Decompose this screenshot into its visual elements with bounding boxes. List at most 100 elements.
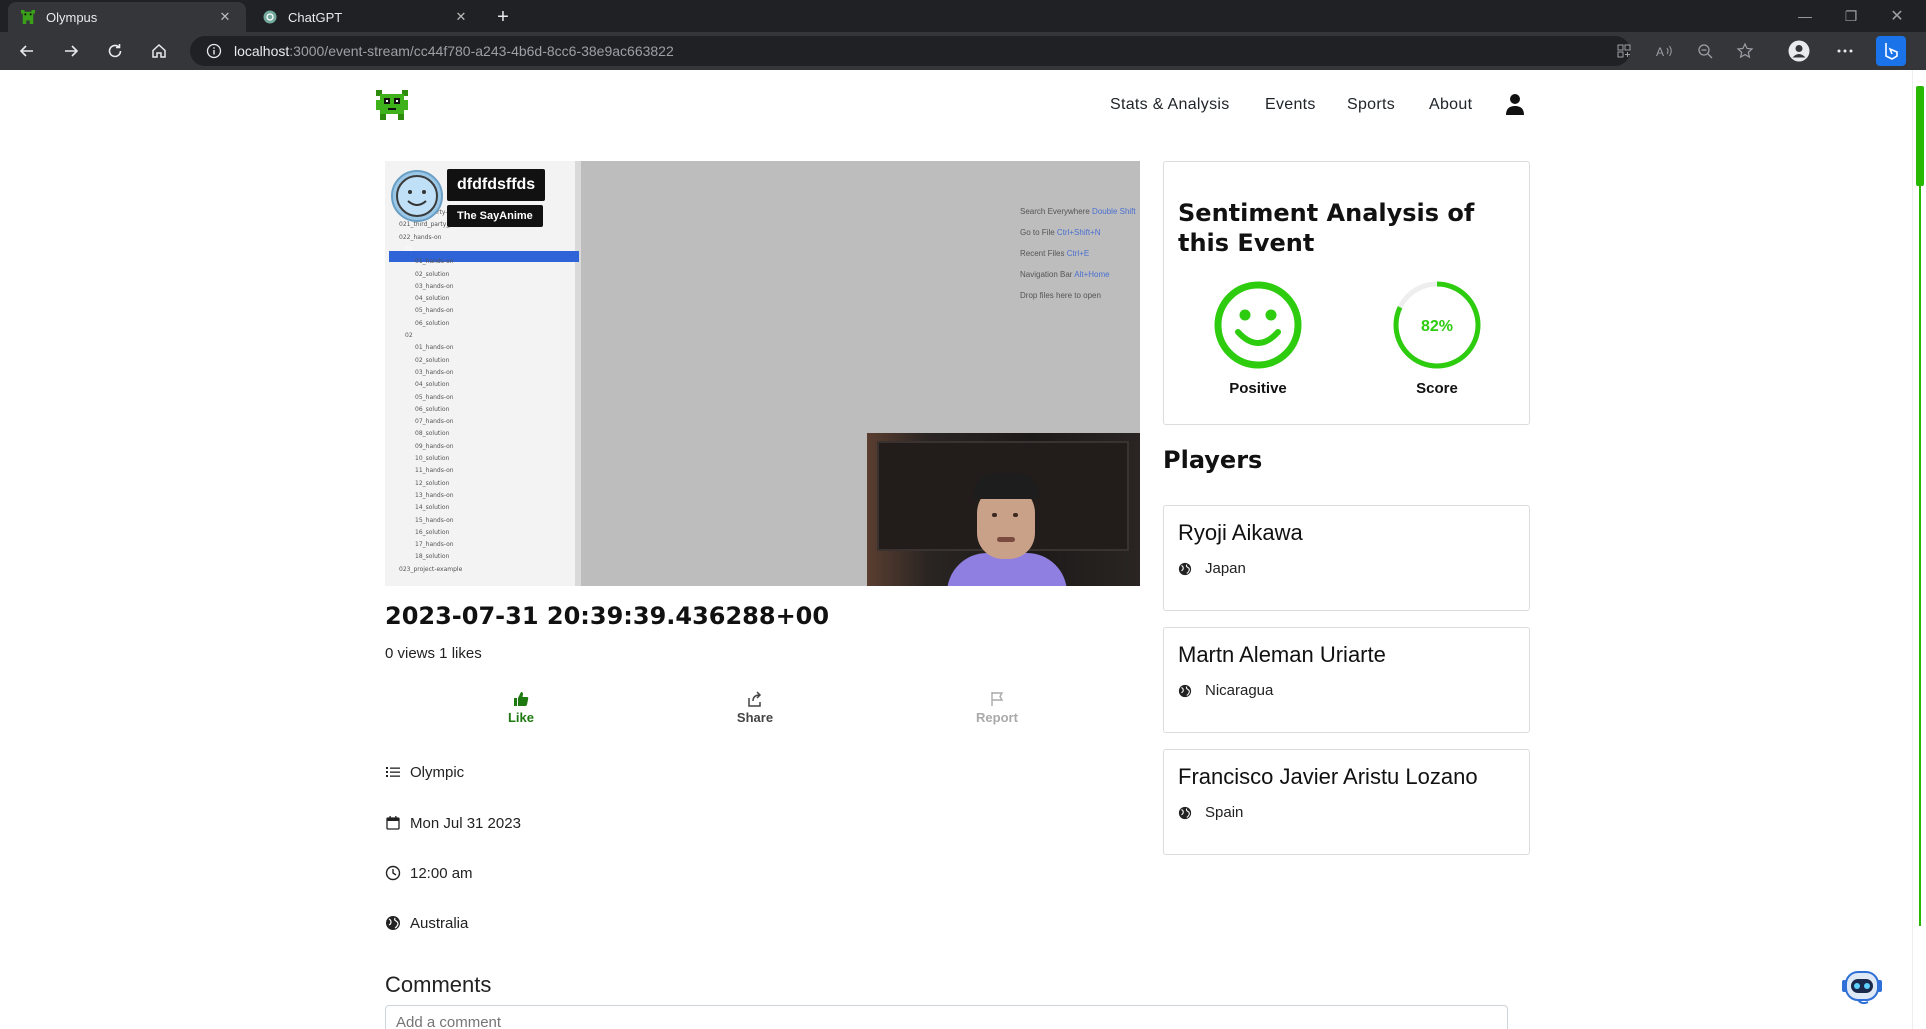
event-sport-text: Olympic xyxy=(410,763,465,781)
file-tree-item: 09_hands-on xyxy=(415,442,454,450)
scrollbar-thumb[interactable] xyxy=(1916,86,1924,186)
ide-hint: Search Everywhere Double Shift xyxy=(1020,207,1136,216)
ide-hint-shortcut: Double Shift xyxy=(1092,207,1136,216)
player-country-text: Spain xyxy=(1205,804,1244,821)
player-card[interactable]: Francisco Javier Aristu Lozano Spain xyxy=(1163,749,1530,855)
more-menu-icon[interactable] xyxy=(1831,37,1859,65)
player-card[interactable]: Ryoji Aikawa Japan xyxy=(1163,505,1530,611)
streamer-avatar xyxy=(391,170,443,222)
file-tree-item: 05_hands-on xyxy=(415,393,454,401)
comment-input[interactable] xyxy=(385,1005,1508,1029)
file-tree-item: 03_hands-on xyxy=(415,282,454,290)
thumbs-up-icon xyxy=(514,692,529,706)
tab-title: Olympus xyxy=(46,9,98,25)
globe-icon xyxy=(1178,806,1192,820)
file-tree-item: 11_hands-on xyxy=(415,467,454,475)
sentiment-positive: Positive xyxy=(1208,280,1308,397)
copilot-icon[interactable] xyxy=(1876,36,1906,66)
home-icon[interactable] xyxy=(144,37,174,65)
app-available-icon[interactable] xyxy=(1610,37,1638,65)
ide-hint: Go to File Ctrl+Shift+N xyxy=(1020,228,1101,237)
close-tab-icon[interactable]: ✕ xyxy=(452,8,470,26)
nav-events[interactable]: Events xyxy=(1265,92,1316,118)
list-icon xyxy=(385,764,401,780)
globe-icon xyxy=(385,915,401,931)
flag-icon xyxy=(991,692,1004,706)
ide-hint-shortcut: Ctrl+E xyxy=(1066,249,1090,258)
event-video-player[interactable]: 020_third-party-serverless 021_third_part… xyxy=(385,161,1140,586)
user-account-icon[interactable] xyxy=(1505,93,1525,115)
page-scrollbar[interactable] xyxy=(1912,70,1926,1029)
streamer-name: dfdfdsffds xyxy=(447,169,546,201)
chatbot-icon[interactable] xyxy=(1838,966,1886,1006)
globe-icon xyxy=(1178,562,1192,576)
nav-sports[interactable]: Sports xyxy=(1347,92,1395,118)
event-location-text: Australia xyxy=(410,914,469,932)
page-content: Stats & Analysis Events Sports About 020… xyxy=(0,70,1912,1029)
share-icon xyxy=(748,691,762,707)
like-button[interactable]: Like xyxy=(481,690,561,730)
nav-about[interactable]: About xyxy=(1429,92,1472,118)
sentiment-label: Positive xyxy=(1229,380,1287,397)
clock-icon xyxy=(385,865,401,881)
favorite-star-icon[interactable] xyxy=(1731,37,1759,65)
file-tree-item: 022_hands-on xyxy=(399,233,442,241)
file-tree-item: 01 xyxy=(405,245,413,253)
event-stats: 0 views 1 likes xyxy=(385,645,482,662)
tab-olympus[interactable]: Olympus ✕ xyxy=(8,2,246,32)
player-country-text: Nicaragua xyxy=(1205,682,1274,699)
profile-avatar-icon[interactable] xyxy=(1785,37,1813,65)
report-button[interactable]: Report xyxy=(957,690,1037,730)
tab-chatgpt[interactable]: ChatGPT ✕ xyxy=(250,2,482,32)
read-aloud-icon[interactable]: A xyxy=(1651,37,1679,65)
file-tree-item: 18_solution xyxy=(415,553,450,561)
player-card[interactable]: Martn Aleman Uriarte Nicaragua xyxy=(1163,627,1530,733)
event-title: 2023-07-31 20:39:39.436288+00 xyxy=(385,602,830,630)
score-ring-text: 82% xyxy=(1421,318,1453,335)
smiley-face-icon xyxy=(1214,281,1302,369)
file-tree-item: 10_solution xyxy=(415,455,450,462)
file-tree-item: 07_hands-on xyxy=(415,418,454,426)
new-tab-button[interactable]: + xyxy=(490,4,516,30)
close-window-icon[interactable]: ✕ xyxy=(1874,0,1920,32)
video-webcam-overlay xyxy=(867,433,1140,586)
address-bar[interactable]: localhost:3000/event-stream/cc44f780-a24… xyxy=(190,36,1630,66)
share-label: Share xyxy=(736,710,774,725)
file-tree-item: 01_hands-on xyxy=(415,258,454,266)
site-info-icon[interactable] xyxy=(206,43,222,59)
olympus-logo-icon[interactable] xyxy=(376,90,408,122)
forward-icon[interactable] xyxy=(56,37,86,65)
event-date: Mon Jul 31 2023 xyxy=(385,813,521,833)
file-tree-item: 13_hands-on xyxy=(415,491,454,499)
minimize-icon[interactable]: — xyxy=(1782,0,1828,32)
share-button[interactable]: Share xyxy=(715,690,795,730)
zoom-out-icon[interactable] xyxy=(1691,37,1719,65)
nav-stats-analysis[interactable]: Stats & Analysis xyxy=(1110,92,1230,118)
like-label: Like xyxy=(507,710,534,725)
file-tree-item: 02_solution xyxy=(415,270,450,278)
sentiment-title: Sentiment Analysis of this Event xyxy=(1178,199,1475,257)
file-tree-item: 12_solution xyxy=(415,479,450,487)
url-host: localhost xyxy=(234,43,290,59)
ide-hint-text: Search Everywhere xyxy=(1020,207,1090,216)
ide-hint-text: Navigation Bar xyxy=(1020,270,1073,279)
file-tree-item: 06_solution xyxy=(415,319,450,327)
file-tree-item: 01_hands-on xyxy=(415,344,454,352)
ide-hint: Drop files here to open xyxy=(1020,291,1101,300)
file-tree-item: 02 xyxy=(405,332,413,339)
players-heading: Players xyxy=(1163,446,1263,474)
score-ring: 82% xyxy=(1393,281,1481,369)
tab-title: ChatGPT xyxy=(288,9,343,25)
file-tree-item: 15_hands-on xyxy=(415,516,454,524)
file-tree-item: 04_solution xyxy=(415,381,450,389)
event-date-text: Mon Jul 31 2023 xyxy=(410,814,521,832)
close-tab-icon[interactable]: ✕ xyxy=(216,8,234,26)
file-tree-item: 16_solution xyxy=(415,528,450,536)
restore-icon[interactable]: ❐ xyxy=(1828,0,1874,32)
back-icon[interactable] xyxy=(12,37,42,65)
file-tree-item: 08_solution xyxy=(415,430,450,438)
file-tree-item: 02_solution xyxy=(415,356,450,364)
scrollbar-track xyxy=(1919,186,1921,926)
refresh-icon[interactable] xyxy=(100,37,130,65)
ide-hint-shortcut: Alt+Home xyxy=(1074,270,1110,279)
